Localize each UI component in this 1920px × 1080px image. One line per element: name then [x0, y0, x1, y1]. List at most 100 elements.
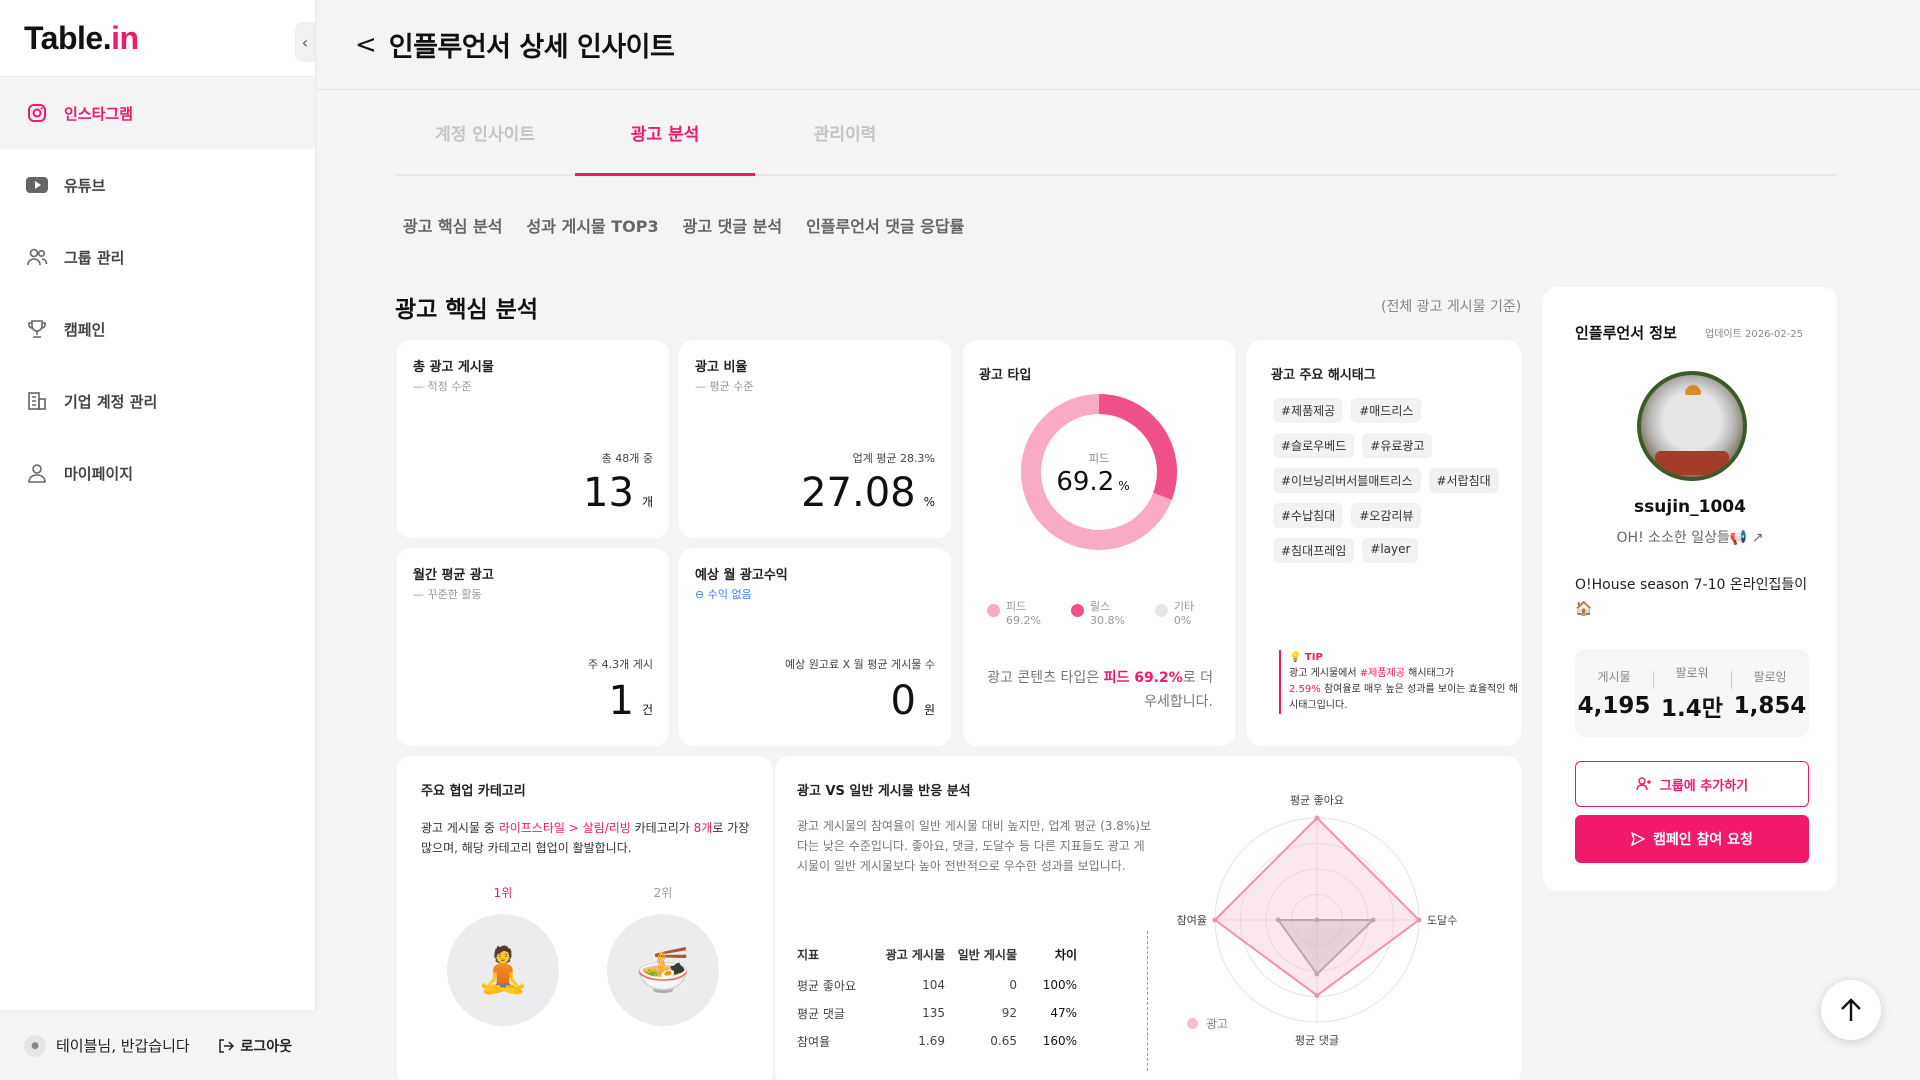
stat-posts: 게시물 4,195 — [1575, 649, 1653, 737]
rank-1-label: 1위 — [493, 886, 513, 900]
compare-table: 지표 광고 게시물 일반 게시물 차이 평균 좋아요 104 0 100% 평균 댓글… — [797, 942, 1077, 1055]
hashtag-chip: #제품제공 — [1273, 398, 1344, 423]
profile-username: ssujin_1004 — [1634, 497, 1746, 517]
radar-chart: 평균 좋아요도달수평균 댓글 참여율 — [1177, 794, 1458, 1047]
tip-highlight: #제품제공 — [1359, 668, 1405, 679]
card-label: 월간 평균 광고 — [413, 568, 494, 583]
subtab-ad-comments[interactable]: 광고 댓글 분석 — [683, 213, 782, 237]
user-icon — [26, 462, 48, 484]
table-cell: 1.69 — [918, 1034, 945, 1048]
table-header-cell: 광고 게시물 — [885, 948, 945, 962]
radar-axis-label: 평균 좋아요 — [1290, 794, 1344, 807]
sidebar-item-company[interactable]: 기업 계정 관리 — [0, 365, 315, 437]
section-title: 광고 핵심 분석 — [395, 297, 538, 323]
tab-history[interactable]: 관리이력 — [755, 91, 935, 174]
table-cell: 104 — [922, 978, 945, 992]
compare-card: 광고 VS 일반 게시물 반응 분석 광고 게시물의 참여율이 일반 게시물 대… — [775, 756, 1521, 1080]
table-row: 평균 좋아요 104 0 100% — [797, 971, 1077, 999]
logout-label: 로그아웃 — [240, 1038, 292, 1055]
donut-center-value: 69.2% — [1056, 467, 1129, 497]
campaign-request-button[interactable]: 캠페인 참여 요청 — [1575, 815, 1809, 863]
card-value: 27.08% — [801, 470, 935, 516]
subtab-reply-rate[interactable]: 인플루언서 댓글 응답률 — [806, 213, 964, 237]
sidebar-footer: ● 테이블님, 반갑습니다 로그아웃 — [0, 1010, 316, 1080]
sidebar-item-label: 인스타그램 — [64, 104, 134, 123]
youtube-icon — [26, 174, 48, 196]
tab-ad-analysis[interactable]: 광고 분석 — [575, 91, 755, 176]
external-link-icon[interactable]: ↗ — [1752, 530, 1764, 546]
sub-tabs: 광고 핵심 분석 성과 게시물 TOP3 광고 댓글 분석 인플루언서 댓글 응… — [403, 213, 964, 237]
sidebar-item-youtube[interactable]: 유튜브 — [0, 149, 315, 221]
card-value: 13 개 — [583, 470, 653, 516]
category-card: 주요 협업 카테고리 광고 게시물 중 라이프스타일 > 살림/리빙 카테고리가… — [397, 756, 773, 1080]
hashtag-chip: #침대프레임 — [1273, 538, 1355, 563]
avatar-sofa — [1655, 451, 1729, 475]
table-cell: 160% — [1042, 1034, 1077, 1048]
table-cell: 135 — [922, 1006, 945, 1020]
subtab-top3[interactable]: 성과 게시물 TOP3 — [526, 213, 658, 237]
radar-axis-label: 평균 댓글 — [1295, 1034, 1339, 1047]
legend-name: 기타 — [1173, 600, 1195, 613]
legend-item-reels: 릴스 30.8% — [1070, 598, 1125, 627]
hashtag-chip: #수납침대 — [1273, 503, 1344, 528]
card-note: 총 48개 중 — [601, 452, 653, 465]
table-cell: 참여율 — [797, 1034, 831, 1049]
sidebar-item-campaign[interactable]: 캠페인 — [0, 293, 315, 365]
sidebar-item-label: 기업 계정 관리 — [64, 392, 158, 411]
desc-highlight: 라이프스타일 > 살림/리빙 — [498, 821, 631, 835]
sidebar-item-label: 마이페이지 — [64, 464, 134, 483]
back-icon[interactable]: < — [355, 30, 377, 60]
tip-text: 광고 게시물에서 #제품제공 해시태그가 2.59% 참여율로 매우 높은 성과를… — [1289, 666, 1519, 714]
card-note: 주 4.3개 게시 — [588, 658, 653, 671]
scroll-top-button[interactable] — [1821, 980, 1881, 1040]
desc-span: 광고 게시물 중 — [421, 821, 499, 835]
table-header-cell: 지표 — [797, 948, 820, 962]
legend-item-feed: 피드 69.2% — [987, 598, 1041, 627]
legend-name: 릴스 — [1089, 600, 1111, 613]
avatar-image — [1641, 375, 1743, 477]
logo-text: Table. — [24, 20, 112, 56]
stat-value: 1,854 — [1733, 692, 1807, 719]
sidebar-item-group[interactable]: 그룹 관리 — [0, 221, 315, 293]
stat-value: 4,195 — [1577, 692, 1651, 719]
main-tabs: 계정 인사이트 광고 분석 관리이력 — [395, 91, 1837, 176]
stat-followers: 팔로워 1.4만 — [1653, 649, 1731, 737]
sidebar-item-mypage[interactable]: 마이페이지 — [0, 437, 315, 509]
chevron-left-icon: ‹ — [301, 32, 309, 52]
add-to-group-button[interactable]: 그룹에 추가하기 — [1575, 761, 1809, 807]
page-title: 인플루언서 상세 인사이트 — [388, 32, 675, 63]
logo[interactable]: Table.in — [24, 20, 139, 57]
value-number: 13 — [583, 470, 634, 516]
info-updated: 업데이트 2026-02-25 — [1705, 329, 1804, 340]
sidebar-item-instagram[interactable]: 인스타그램 — [0, 77, 315, 149]
total-ads-card: 총 광고 게시물 — 적정 수준 총 48개 중 13 개 — [397, 340, 669, 538]
stat-label: 팔로잉 — [1753, 669, 1787, 684]
desc-span: 카테고리가 — [630, 821, 694, 835]
tab-account-insight[interactable]: 계정 인사이트 — [395, 91, 575, 174]
sidebar-nav: 인스타그램 유튜브 그룹 관리 캠페인 기업 계정 관리 마이페이지 — [0, 77, 315, 509]
logout-button[interactable]: 로그아웃 — [218, 1036, 292, 1056]
hashtag-chip: #슬로우베드 — [1273, 433, 1355, 458]
trophy-icon — [26, 318, 48, 340]
donut-center-label: 피드 — [1089, 452, 1109, 465]
legend-swatch — [1154, 604, 1168, 617]
ad-type-legend: 피드 69.2% 릴스 30.8% 기타 0% — [987, 598, 1194, 627]
subtab-ad-core[interactable]: 광고 핵심 분석 — [403, 213, 502, 237]
card-sub: — 적정 수준 — [413, 380, 472, 393]
profile-desc: O!House season 7-10 온라인집들이 🏠 — [1575, 577, 1808, 617]
hashtag-chip: #오감리뷰 — [1351, 503, 1422, 528]
hashtag-chip: #매드리스 — [1351, 398, 1422, 423]
add-user-icon — [1636, 777, 1651, 791]
profile-bio: OH! 소소한 일상들📢 ↗ — [1543, 527, 1837, 547]
table-row: 평균 댓글 135 92 47% — [797, 999, 1077, 1027]
ad-type-summary: 광고 콘텐츠 타입은 피드 69.2%로 더 우세합니다. — [981, 666, 1213, 714]
table-cell: 평균 좋아요 — [797, 978, 857, 993]
monthly-ads-card: 월간 평균 광고 — 꾸준한 활동 주 4.3개 게시 1건 — [397, 548, 669, 746]
radar-point — [1314, 992, 1320, 998]
value-unit: 건 — [641, 703, 653, 717]
collapse-sidebar-button[interactable]: ‹ — [295, 22, 315, 62]
table-divider — [1147, 931, 1148, 1071]
card-label: 광고 VS 일반 게시물 반응 분석 — [797, 784, 971, 799]
desc-highlight: 8개 — [693, 821, 713, 835]
value-number: 27.08 — [801, 470, 916, 516]
